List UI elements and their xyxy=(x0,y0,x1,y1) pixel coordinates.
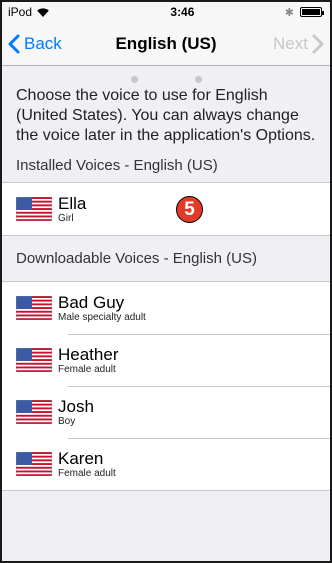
installed-voices-list: Ella Girl 5 xyxy=(2,182,330,236)
status-bar: iPod 3:46 ✱ xyxy=(2,2,330,22)
us-flag-icon xyxy=(16,400,52,424)
step-number-badge: 5 xyxy=(176,196,203,223)
voice-description: Female adult xyxy=(58,363,116,375)
downloadable-voices-list: Bad Guy Male specialty adult Heather Fem… xyxy=(2,281,330,491)
screen: iPod 3:46 ✱ Back English (US) Next Choos… xyxy=(0,0,332,563)
voice-row-bad-guy[interactable]: Bad Guy Male specialty adult xyxy=(2,282,330,334)
voice-row-karen[interactable]: Karen Female adult xyxy=(2,438,330,490)
voice-row-ella[interactable]: Ella Girl 5 xyxy=(2,183,330,235)
voice-name: Ella xyxy=(58,193,87,213)
voice-name: Karen xyxy=(58,448,104,468)
voice-description: Boy xyxy=(58,415,76,427)
voice-row-heather[interactable]: Heather Female adult xyxy=(2,334,330,386)
wifi-icon xyxy=(37,8,49,17)
intro-text: Choose the voice to use for English (Uni… xyxy=(16,87,316,144)
voice-name: Heather xyxy=(58,344,119,364)
page-dot xyxy=(162,76,170,83)
chevron-left-icon xyxy=(8,34,20,53)
us-flag-icon xyxy=(16,197,52,221)
next-label: Next xyxy=(273,33,308,53)
chevron-right-icon xyxy=(312,34,324,53)
voice-row-josh[interactable]: Josh Boy xyxy=(2,386,330,438)
back-label: Back xyxy=(24,33,62,53)
navigation-bar: Back English (US) Next xyxy=(2,22,330,66)
installed-voices-header: Installed Voices - English (US) xyxy=(16,157,218,174)
voice-description: Female adult xyxy=(58,467,116,479)
page-indicator xyxy=(2,66,330,86)
us-flag-icon xyxy=(16,452,52,476)
page-dot xyxy=(130,76,138,83)
page-dot xyxy=(194,76,202,83)
downloadable-voices-header: Downloadable Voices - English (US) xyxy=(16,250,257,267)
bluetooth-icon: ✱ xyxy=(284,6,294,19)
next-button[interactable]: Next xyxy=(273,34,324,54)
device-name: iPod xyxy=(8,5,33,19)
voice-name: Bad Guy xyxy=(58,292,125,312)
back-button[interactable]: Back xyxy=(8,34,62,54)
voice-description: Male specialty adult xyxy=(58,311,146,323)
voice-name: Josh xyxy=(58,396,94,416)
us-flag-icon xyxy=(16,348,52,372)
us-flag-icon xyxy=(16,296,52,320)
battery-icon xyxy=(300,7,324,17)
voice-description: Girl xyxy=(58,212,74,224)
status-time: 3:46 xyxy=(170,5,195,19)
